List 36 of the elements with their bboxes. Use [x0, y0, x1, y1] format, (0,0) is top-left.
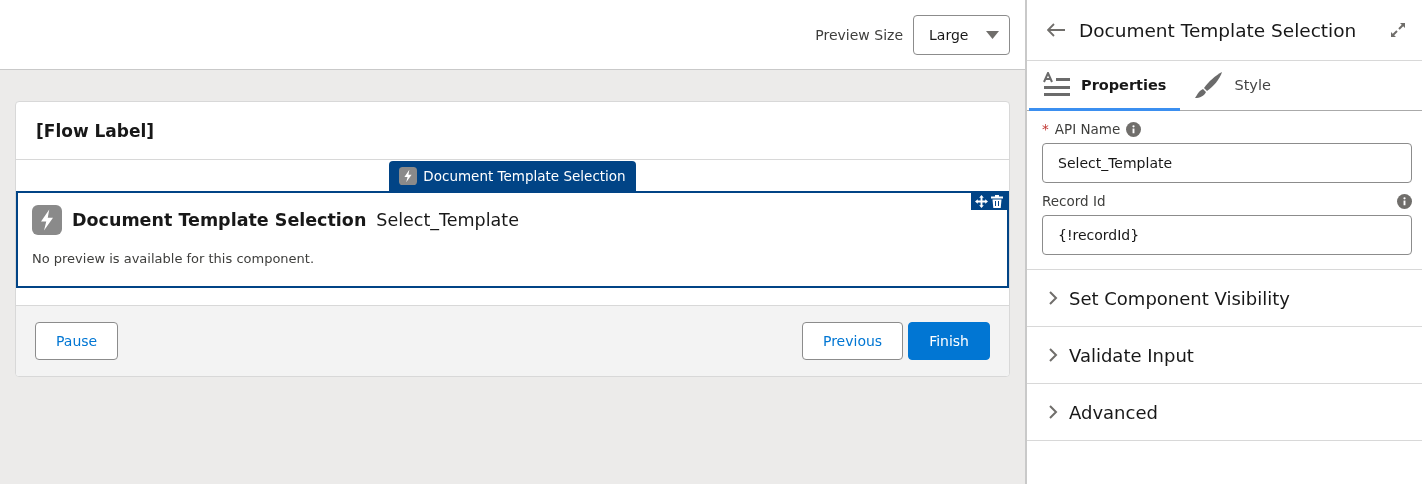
panel-tab[interactable]: Properties	[1029, 61, 1181, 111]
accordion-section[interactable]: Advanced	[1027, 384, 1422, 441]
paintbrush-icon	[1194, 70, 1225, 99]
info-icon[interactable]	[1126, 121, 1142, 137]
field-label: Record Id	[1042, 193, 1106, 209]
accordion-section[interactable]: Validate Input	[1027, 327, 1422, 384]
chevron-icon[interactable]	[1047, 348, 1059, 362]
panel-tab[interactable]: Style	[1180, 61, 1285, 111]
preview-size-select[interactable]: Large	[913, 14, 1010, 55]
preview-size-label: Preview Size	[815, 26, 903, 43]
trash-icon[interactable]	[991, 195, 1003, 208]
lightning-icon	[399, 167, 418, 185]
move-icon[interactable]	[975, 195, 988, 208]
flow-button[interactable]: Previous	[801, 322, 904, 360]
info-icon[interactable]	[1397, 193, 1412, 209]
flow-label: [Flow Label]	[36, 120, 155, 141]
component-tab[interactable]: Document Template Selection	[389, 161, 636, 191]
component-box[interactable]: Document Template Selection Select_Template No preview is available for this component.	[16, 191, 1009, 288]
text-lines-icon	[1043, 71, 1071, 98]
back-arrow-icon[interactable]	[1047, 23, 1065, 37]
chevron-icon[interactable]	[1047, 405, 1059, 419]
input-field[interactable]: Select_Template	[1042, 143, 1412, 183]
expand-icon[interactable]	[1390, 22, 1406, 38]
input-field[interactable]: {!recordId}	[1042, 215, 1412, 255]
component-api-name: Select_Template	[376, 210, 519, 230]
flow-button[interactable]: Pause	[35, 322, 119, 360]
dropdown-caret-icon	[986, 30, 999, 39]
field-label: API Name	[1054, 121, 1121, 137]
required-asterisk: *	[1042, 121, 1049, 137]
chevron-icon[interactable]	[1047, 291, 1059, 305]
preview-message: No preview is available for this component.	[32, 251, 316, 266]
lightning-icon	[32, 205, 62, 235]
panel-title: Document Template Selection	[1079, 19, 1358, 41]
component-type: Document Template Selection	[72, 210, 367, 230]
accordion-section[interactable]: Set Component Visibility	[1027, 270, 1422, 327]
finish-button[interactable]: Finish	[908, 322, 990, 360]
